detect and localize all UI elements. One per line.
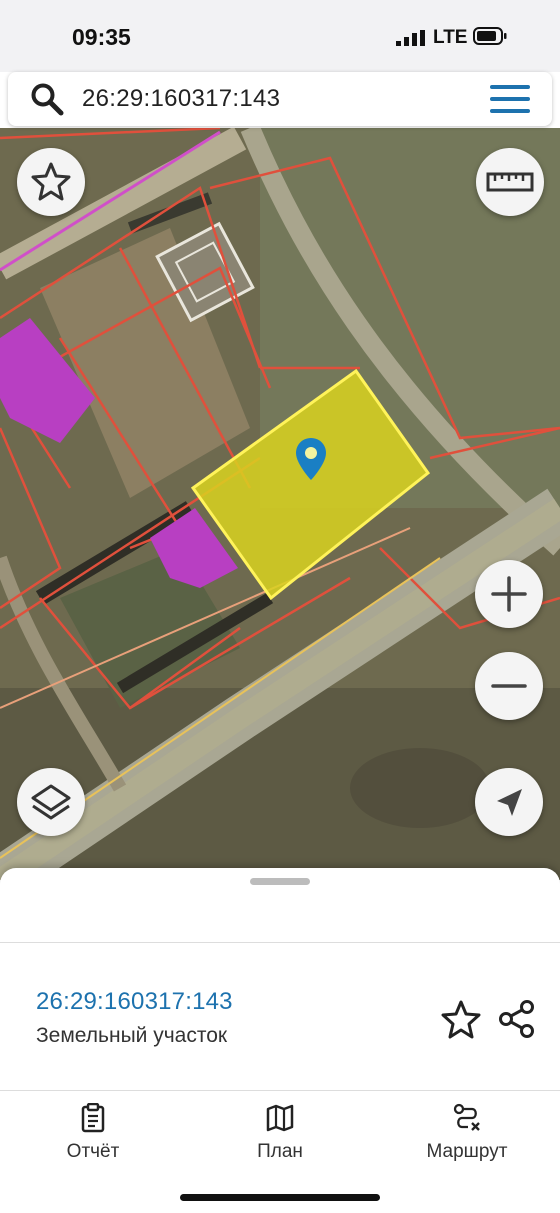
layers-icon: [31, 784, 71, 820]
report-clipboard-icon: [81, 1103, 105, 1133]
battery-icon: [473, 27, 507, 45]
tab-plan-label: План: [257, 1141, 303, 1162]
status-time: 09:35: [72, 24, 131, 50]
map-plan-icon: [266, 1104, 294, 1132]
divider: [0, 942, 560, 943]
tab-route[interactable]: Маршрут: [397, 1103, 537, 1163]
cadastral-number-link[interactable]: 26:29:160317:143: [36, 988, 233, 1016]
navigation-arrow-icon: [497, 789, 522, 816]
zoom-out-button[interactable]: [475, 652, 543, 720]
zoom-in-button[interactable]: [475, 560, 543, 628]
status-bar: 09:35 LTE: [0, 0, 560, 72]
minus-icon: [491, 684, 527, 688]
tab-report-label: Отчёт: [66, 1141, 120, 1162]
locate-me-button[interactable]: [475, 768, 543, 836]
home-indicator: [180, 1194, 380, 1201]
search-input[interactable]: 26:29:160317:143: [82, 85, 280, 113]
map-view[interactable]: [0, 128, 560, 880]
ruler-button[interactable]: [476, 148, 544, 216]
search-icon[interactable]: [30, 82, 64, 116]
ruler-icon: [486, 172, 534, 192]
route-icon: [453, 1103, 480, 1131]
signal-icon: [396, 30, 425, 46]
search-bar[interactable]: 26:29:160317:143: [8, 72, 552, 126]
network-type: LTE: [433, 27, 468, 48]
hamburger-menu-icon[interactable]: [490, 84, 530, 114]
favorite-map-button[interactable]: [17, 148, 85, 216]
tab-report[interactable]: Отчёт: [23, 1103, 163, 1163]
parcel-type-label: Земельный участок: [36, 1024, 228, 1047]
plus-icon: [491, 576, 527, 612]
bottom-sheet: 26:29:160317:143 Земельный участок Отчёт: [0, 868, 560, 1213]
star-icon: [31, 162, 71, 201]
share-icon[interactable]: [496, 998, 538, 1040]
layers-button[interactable]: [17, 768, 85, 836]
star-outline-icon[interactable]: [440, 998, 482, 1040]
sheet-drag-handle[interactable]: [250, 878, 310, 885]
bottom-tab-bar: Отчёт План Маршрут: [0, 1091, 560, 1181]
tab-route-label: Маршрут: [426, 1141, 508, 1162]
tab-plan[interactable]: План: [210, 1103, 350, 1163]
location-pin-icon: [296, 438, 326, 480]
